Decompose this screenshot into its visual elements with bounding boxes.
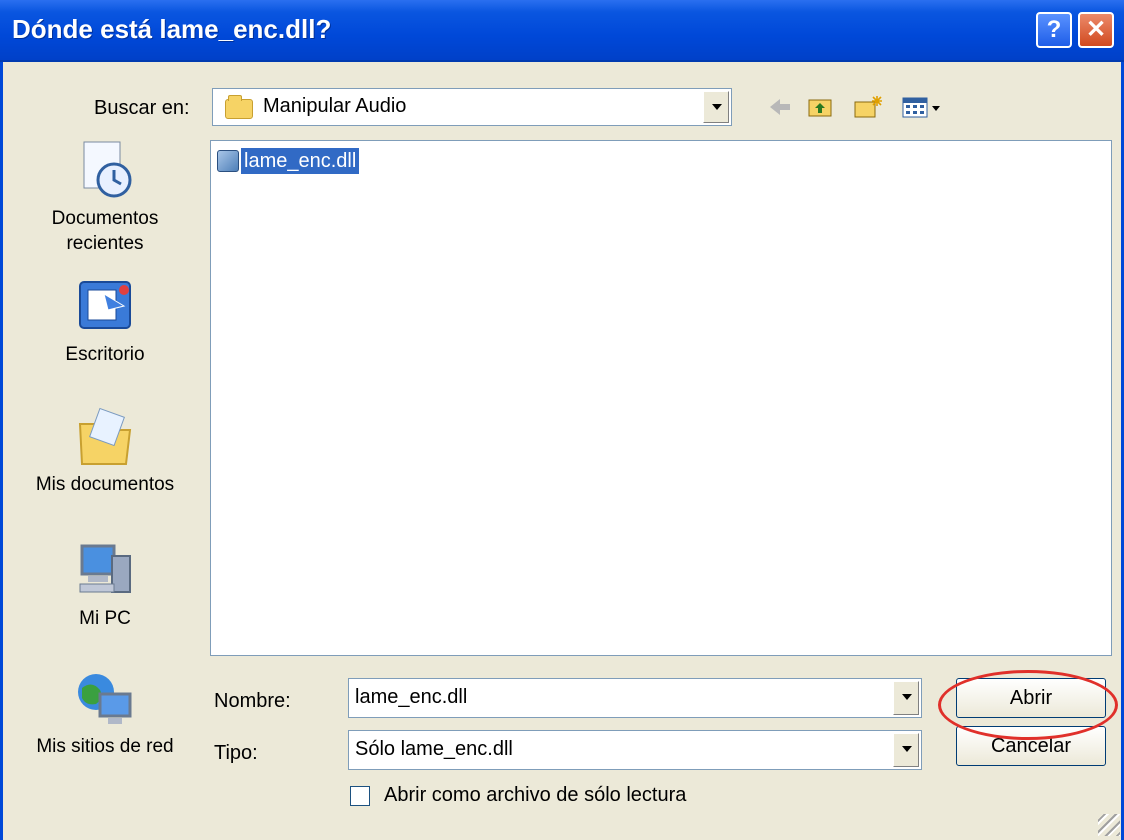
help-button[interactable]: ?: [1036, 12, 1072, 48]
chevron-down-icon[interactable]: [703, 91, 729, 123]
resize-grip[interactable]: [1098, 814, 1120, 836]
folder-icon: [225, 95, 253, 119]
filetype-value: Sólo lame_enc.dll: [355, 738, 513, 760]
look-in-value: Manipular Audio: [263, 95, 407, 117]
recent-documents-icon: [74, 140, 136, 202]
filetype-label: Tipo:: [214, 742, 258, 764]
annotation-ellipse: [938, 670, 1118, 740]
help-icon: ?: [1046, 16, 1062, 43]
readonly-label: Abrir como archivo de sólo lectura: [384, 784, 687, 806]
my-documents-icon: [74, 406, 136, 468]
place-recent-documents[interactable]: Documentos recientes: [20, 140, 190, 256]
look-in-label: Buscar en:: [94, 97, 190, 119]
view-menu-icon[interactable]: [900, 94, 944, 120]
readonly-checkbox[interactable]: [350, 786, 370, 806]
up-folder-icon[interactable]: [806, 94, 834, 120]
place-label-desktop: Escritorio: [65, 344, 145, 365]
file-name: lame_enc.dll: [241, 148, 360, 174]
place-label-network: Mis sitios de red: [36, 736, 174, 757]
filename-value: lame_enc.dll: [355, 686, 468, 708]
window-title: Dónde está lame_enc.dll?: [12, 14, 332, 44]
place-network[interactable]: Mis sitios de red: [20, 668, 190, 759]
desktop-icon: [74, 276, 136, 338]
my-computer-icon: [74, 540, 136, 602]
dll-file-icon: [217, 150, 239, 172]
chevron-down-icon[interactable]: [893, 681, 919, 715]
filetype-select[interactable]: Sólo lame_enc.dll: [348, 730, 922, 770]
network-places-icon: [74, 668, 136, 730]
place-my-documents[interactable]: Mis documentos: [20, 406, 190, 497]
filename-label: Nombre:: [214, 690, 291, 712]
place-label-recent: Documentos recientes: [51, 208, 159, 254]
look-in-dropdown[interactable]: Manipular Audio: [212, 88, 732, 126]
place-label-my-computer: Mi PC: [79, 608, 131, 629]
place-desktop[interactable]: Escritorio: [20, 276, 190, 367]
title-bar[interactable]: Dónde está lame_enc.dll? ? ✕: [0, 0, 1124, 62]
place-label-my-documents: Mis documentos: [35, 474, 175, 495]
close-button[interactable]: ✕: [1078, 12, 1114, 48]
place-my-computer[interactable]: Mi PC: [20, 540, 190, 631]
new-folder-icon[interactable]: [852, 94, 882, 120]
back-arrow-icon[interactable]: [766, 94, 794, 120]
filename-input[interactable]: lame_enc.dll: [348, 678, 922, 718]
file-list[interactable]: lame_enc.dll: [210, 140, 1112, 656]
chevron-down-icon[interactable]: [893, 733, 919, 767]
list-item[interactable]: lame_enc.dll: [217, 147, 360, 175]
close-icon: ✕: [1085, 16, 1107, 43]
